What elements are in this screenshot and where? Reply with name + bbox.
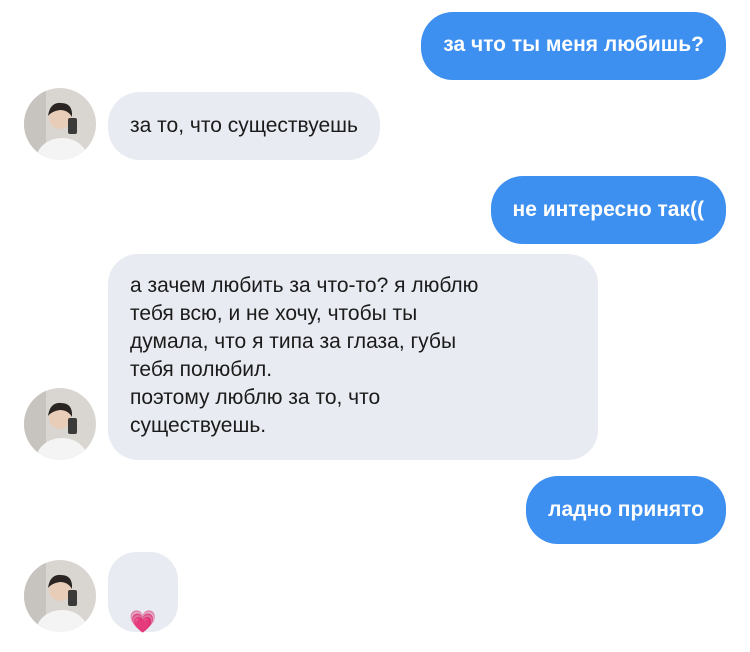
- message-outgoing-1[interactable]: за что ты меня любишь?: [421, 12, 726, 80]
- contact-avatar-icon[interactable]: [24, 560, 96, 632]
- message-outgoing-3[interactable]: ладно принято: [526, 476, 726, 544]
- message-outgoing-2[interactable]: не интересно так((: [490, 176, 726, 244]
- pink-heart-icon: 💗: [129, 609, 157, 634]
- contact-avatar-icon[interactable]: [24, 88, 96, 160]
- message-incoming-2[interactable]: а зачем любить за что-то? я люблю тебя в…: [108, 254, 598, 460]
- message-incoming-3[interactable]: 💗: [108, 552, 178, 634]
- message-incoming-1[interactable]: за то, что существуешь: [108, 92, 380, 160]
- contact-avatar-icon[interactable]: [24, 388, 96, 460]
